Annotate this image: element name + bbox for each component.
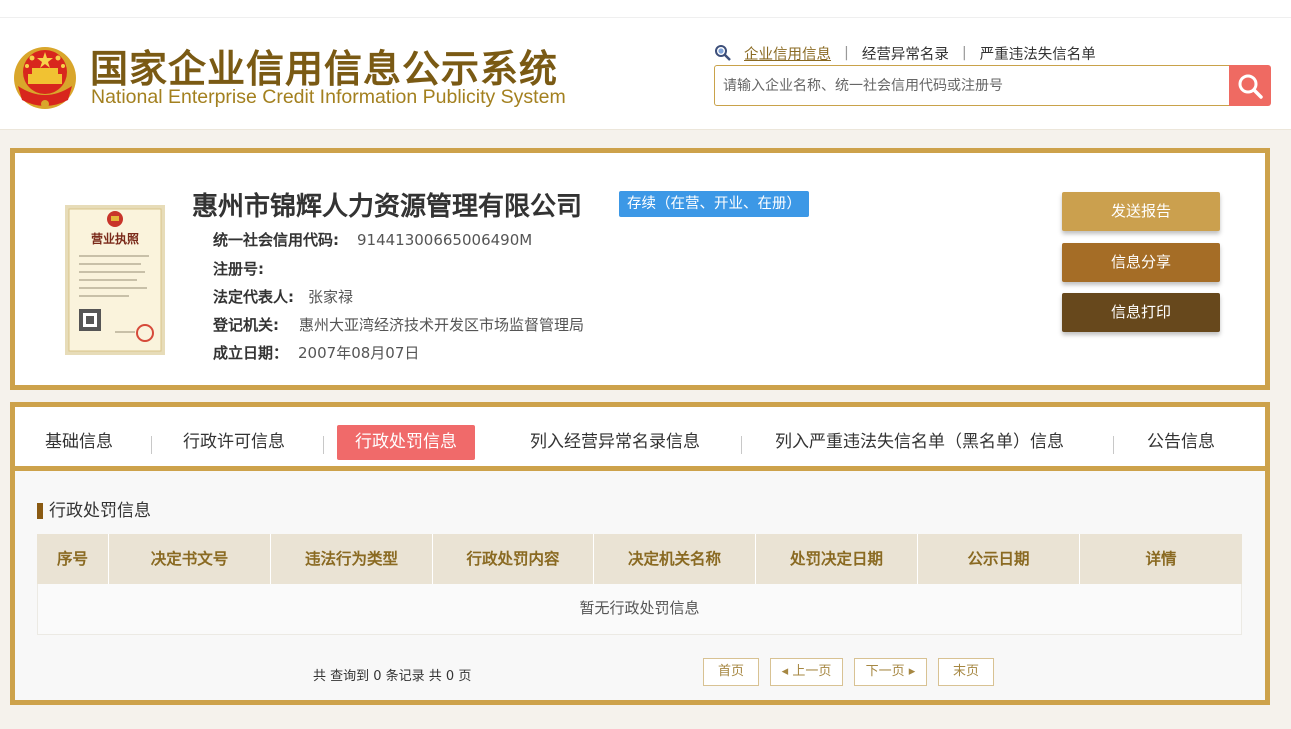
tab-basic-info[interactable]: 基础信息 <box>45 425 113 460</box>
last-page-button[interactable]: 末页 <box>938 658 994 686</box>
tab-blacklist-info[interactable]: 列入严重违法失信名单（黑名单）信息 <box>775 425 1064 460</box>
info-label: 登记机关: <box>213 316 279 334</box>
pagination-summary: 共 查询到 0 条记录 共 0 页 <box>313 669 472 684</box>
search-input[interactable] <box>723 66 1228 105</box>
tab-separator <box>741 436 742 454</box>
tab-penalty-info[interactable]: 行政处罚信息 <box>337 425 475 460</box>
company-name: 惠州市锦辉人力资源管理有限公司 <box>192 192 583 222</box>
column-header: 处罚决定日期 <box>756 534 918 584</box>
column-header: 决定机关名称 <box>594 534 756 584</box>
nav-link-enterprise-credit[interactable]: 企业信用信息 <box>744 43 831 64</box>
info-row-reg-number: 注册号: <box>213 258 282 280</box>
info-row-legal-rep: 法定代表人: 张家禄 <box>213 286 353 308</box>
top-nav: 企业信用信息 | 经营异常名录 | 严重违法失信名单 <box>714 42 1096 64</box>
search-box <box>714 65 1271 106</box>
prev-page-button[interactable]: ◂ 上一页 <box>770 658 843 686</box>
nav-link-abnormal-list[interactable]: 经营异常名录 <box>862 43 949 64</box>
header-divider <box>0 17 1291 18</box>
info-row-credit-code: 统一社会信用代码: 91441300665006490M <box>213 229 532 251</box>
tab-abnormal-list-info[interactable]: 列入经营异常名录信息 <box>530 425 700 460</box>
info-label: 成立日期： <box>213 344 289 362</box>
column-header: 行政处罚内容 <box>433 534 594 584</box>
pagination: 首页 ◂ 上一页 下一页 ▸ 末页 <box>703 658 1005 686</box>
next-page-button[interactable]: 下一页 ▸ <box>854 658 927 686</box>
info-row-reg-authority: 登记机关: 惠州大亚湾经济技术开发区市场监督管理局 <box>213 314 584 336</box>
tab-separator <box>1113 436 1114 454</box>
info-label: 注册号: <box>213 260 264 278</box>
column-header: 序号 <box>37 534 109 584</box>
empty-table-message: 暂无行政处罚信息 <box>37 584 1242 635</box>
business-license-icon: 营业执照 <box>65 205 165 355</box>
site-header: 国家企业信用信息公示系统 National Enterprise Credit … <box>0 0 1291 130</box>
info-value: 2007年08月07日 <box>298 344 420 362</box>
tab-bar: 基础信息 行政许可信息 行政处罚信息 列入经营异常名录信息 列入严重违法失信名单… <box>15 407 1265 471</box>
company-panel: 营业执照 惠州市锦辉人力资源管理有限公司 存续（在营、开业、在册） 统一社会信用… <box>10 148 1270 390</box>
table-header: 序号 决定书文号 违法行为类型 行政处罚内容 决定机关名称 处罚决定日期 公示日… <box>37 534 1242 584</box>
nav-link-blacklist[interactable]: 严重违法失信名单 <box>980 43 1096 64</box>
first-page-button[interactable]: 首页 <box>703 658 759 686</box>
tab-announcement-info[interactable]: 公告信息 <box>1147 425 1215 460</box>
info-row-est-date: 成立日期： 2007年08月07日 <box>213 342 419 364</box>
column-header: 违法行为类型 <box>271 534 433 584</box>
info-value: 惠州大亚湾经济技术开发区市场监督管理局 <box>299 316 585 334</box>
info-label: 法定代表人: <box>213 288 294 306</box>
search-button[interactable] <box>1229 65 1271 106</box>
tab-separator <box>151 436 152 454</box>
column-header: 详情 <box>1145 550 1177 568</box>
tab-license-info[interactable]: 行政许可信息 <box>183 425 285 460</box>
column-header: 公示日期 <box>918 534 1080 584</box>
site-subtitle: National Enterprise Credit Information P… <box>91 86 566 108</box>
nav-separator: | <box>844 45 849 61</box>
info-label: 统一社会信用代码: <box>213 231 339 249</box>
column-header: 决定书文号 <box>109 534 271 584</box>
penalty-table: 序号 决定书文号 违法行为类型 行政处罚内容 决定机关名称 处罚决定日期 公示日… <box>37 534 1242 635</box>
send-report-button[interactable]: 发送报告 <box>1062 192 1220 231</box>
share-info-button[interactable]: 信息分享 <box>1062 243 1220 282</box>
info-value: 91441300665006490M <box>357 231 533 249</box>
national-emblem-icon <box>14 47 76 109</box>
search-icon <box>1238 74 1263 99</box>
svg-text:营业执照: 营业执照 <box>91 231 139 246</box>
site-title: 国家企业信用信息公示系统 <box>90 47 559 91</box>
status-badge: 存续（在营、开业、在册） <box>619 191 809 217</box>
tab-separator <box>323 436 324 454</box>
print-info-button[interactable]: 信息打印 <box>1062 293 1220 332</box>
nav-separator: | <box>961 45 967 61</box>
info-value: 张家禄 <box>308 288 354 306</box>
main-panel: 基础信息 行政许可信息 行政处罚信息 列入经营异常名录信息 列入严重违法失信名单… <box>10 402 1270 705</box>
magnifier-icon <box>715 45 731 61</box>
section-title: 行政处罚信息 <box>37 499 151 523</box>
